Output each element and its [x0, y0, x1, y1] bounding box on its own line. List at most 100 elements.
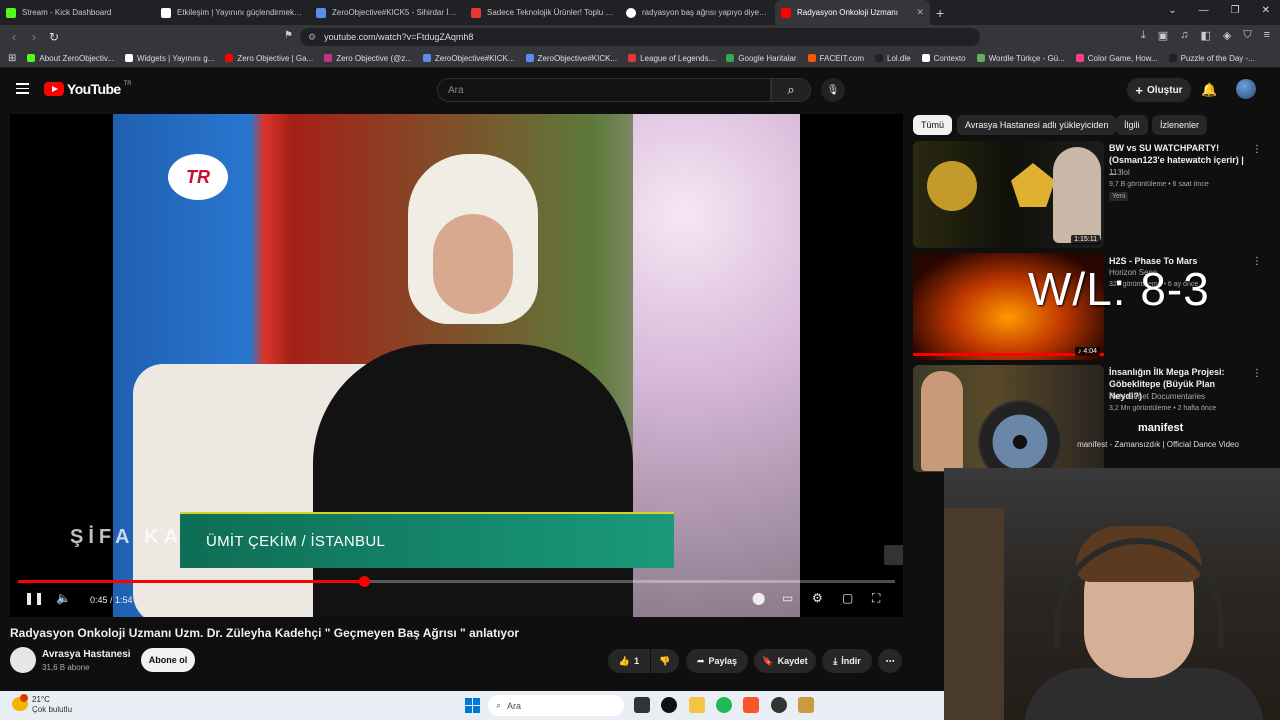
video-player[interactable]: TR ŞİFA KAPISI ÜMİT ÇEKİM / İSTANBUL ❚❚ … [10, 114, 903, 617]
more-vert-icon[interactable]: ⋮ [1252, 256, 1262, 267]
download-icon[interactable]: ⤓ [1141, 29, 1146, 42]
youtube-logo[interactable]: YouTube TR [44, 81, 132, 97]
theater-mode-icon[interactable]: ▢ [842, 591, 853, 605]
bookmark-item[interactable]: ZeroObjective#KICK... [525, 53, 618, 63]
obs-icon[interactable] [771, 697, 787, 713]
shield-icon[interactable]: ⛉ [1243, 29, 1251, 42]
tab-tech-products[interactable]: Sadece Teknolojik Ürünler! Toplu Paket [465, 0, 620, 25]
cast-icon[interactable] [884, 545, 903, 565]
bookmark-label: Widgets | Yayınını g... [136, 53, 215, 63]
chip-related[interactable]: İlgili [1116, 115, 1148, 135]
wallet-icon[interactable]: ◈ [1223, 29, 1231, 42]
save-button[interactable]: 🔖 Kaydet [754, 649, 816, 673]
voice-search-button[interactable]: 🎙 [821, 78, 845, 102]
hamburger-menu-icon[interactable] [16, 83, 29, 94]
more-vert-icon[interactable]: ⋮ [1252, 144, 1262, 155]
channel-name[interactable]: Avrasya Hastanesi [42, 649, 131, 660]
bookmark-item[interactable]: ZeroObjective#KICK... [422, 53, 515, 63]
browser-menu-icon[interactable]: ≡ [1264, 29, 1270, 42]
new-tab-icon[interactable]: + [936, 5, 944, 21]
apps-grid-icon[interactable]: ⊞ [8, 53, 16, 64]
subtitles-icon[interactable]: ▭ [782, 591, 793, 605]
bookmark-item[interactable]: Color Game, How... [1075, 54, 1158, 63]
windows-start-icon[interactable] [465, 698, 480, 713]
bookmark-label: ZeroObjective#KICK... [434, 53, 515, 63]
like-button[interactable]: 👍 1 [608, 649, 650, 673]
bookmark-item[interactable]: Google Haritalar [726, 54, 797, 63]
bookmark-item[interactable]: Wordle Türkçe - Gü... [976, 54, 1065, 63]
more-actions-button[interactable]: ⋯ [878, 649, 902, 673]
task-view-icon[interactable] [634, 697, 650, 713]
settings-icon[interactable]: ⚙ [812, 591, 823, 605]
chip-from-uploader[interactable]: Avrasya Hastanesi adlı yükleyiciden [957, 115, 1117, 135]
brave-icon[interactable] [743, 697, 759, 713]
bookmark-label: ZeroObjective#KICK... [537, 53, 618, 63]
create-button[interactable]: + Oluştur [1127, 78, 1191, 102]
team-logo-su [1011, 163, 1055, 207]
related-title[interactable]: BW vs SU WATCHPARTY! (Osman123'e hatewat… [1109, 142, 1249, 178]
subscribe-button[interactable]: Abone ol [141, 648, 195, 672]
site-info-icon[interactable]: ⚙ [308, 32, 316, 43]
league-client-icon[interactable] [798, 697, 814, 713]
address-bar[interactable]: ⚙ youtube.com/watch?v=FtdugZAqmh8 [300, 28, 980, 46]
bookmark-item[interactable]: Contexto [921, 54, 966, 63]
bookmark-label: Puzzle of the Day -... [1180, 53, 1255, 63]
bookmark-item[interactable]: Puzzle of the Day -... [1168, 53, 1255, 63]
reload-icon[interactable]: ↻ [44, 30, 64, 44]
chip-watched[interactable]: İzlenenler [1152, 115, 1208, 135]
more-vert-icon[interactable]: ⋮ [1252, 368, 1262, 379]
speaker-face [433, 214, 513, 314]
tab-google-search[interactable]: radyasyon baş ağrısı yapıyo diyen uz [620, 0, 775, 25]
close-tab-icon[interactable]: ✕ [916, 7, 924, 18]
sidebar-icon[interactable]: ◧ [1200, 29, 1210, 42]
account-avatar[interactable] [1236, 79, 1256, 99]
maximize-icon[interactable]: ❐ [1231, 5, 1240, 16]
bookmark-item[interactable]: FACEIT.com [807, 54, 864, 63]
extensions-icon[interactable]: ▣ [1158, 29, 1168, 42]
notifications-bell-icon[interactable]: 🔔 [1201, 82, 1217, 98]
close-window-icon[interactable]: ✕ [1262, 5, 1270, 16]
tab-label: Stream - Kick Dashboard [22, 8, 112, 17]
share-button[interactable]: ➦ Paylaş [686, 649, 748, 673]
forward-icon[interactable]: › [24, 30, 44, 44]
bookmark-label: Zero Objective (@z... [336, 53, 412, 63]
tab-youtube-active[interactable]: Radyasyon Onkoloji Uzmanı ✕ [775, 0, 930, 25]
bookmark-item[interactable]: Widgets | Yayınını g... [124, 53, 215, 63]
spotify-icon[interactable] [716, 697, 732, 713]
fullscreen-icon[interactable]: ⛶ [872, 591, 880, 606]
app-icon[interactable] [661, 697, 677, 713]
bookmark-label: League of Legends... [640, 53, 716, 63]
tab-list-icon[interactable]: ⌄ [1168, 5, 1176, 16]
taskbar-search[interactable]: ⌕ Ara [488, 695, 624, 716]
back-icon[interactable]: ‹ [4, 30, 24, 44]
tab-etkilesim[interactable]: Etkileşim | Yayınını güçlendirmek için [155, 0, 310, 25]
save-label: Kaydet [777, 656, 808, 666]
progress-bar[interactable] [18, 576, 895, 587]
bookmark-star-icon[interactable]: ⚑ [284, 30, 293, 41]
search-button[interactable]: ⌕ [771, 78, 811, 102]
related-thumbnail[interactable]: 1:15:11 [913, 141, 1104, 248]
media-icon[interactable]: ♫ [1180, 29, 1188, 42]
win-loss-overlay: W/L: 8-3 [1028, 263, 1210, 315]
search-input[interactable]: Ara [437, 78, 771, 102]
related-meta: 9,7 B görüntüleme • 6 saat önce [1109, 181, 1209, 188]
caller-name: ÜMİT ÇEKİM / İSTANBUL [206, 532, 386, 550]
bookmark-item[interactable]: Zero Objective (@z... [324, 54, 412, 63]
related-channel[interactable]: 113lol [1109, 168, 1130, 177]
autoplay-toggle[interactable]: ⬤ [752, 591, 765, 605]
dislike-button[interactable]: 👎 [651, 649, 679, 673]
bookmark-item[interactable]: Zero Objective | Ga... [225, 54, 313, 63]
bookmark-item[interactable]: About ZeroObjectiv... [27, 54, 114, 63]
channel-avatar[interactable] [10, 647, 36, 673]
notification-badge [20, 694, 28, 702]
download-button[interactable]: ⤓ İndir [822, 649, 872, 673]
file-explorer-icon[interactable] [689, 697, 705, 713]
tab-kick-dashboard[interactable]: Stream - Kick Dashboard [0, 0, 155, 25]
chip-all[interactable]: Tümü [913, 115, 953, 135]
pause-icon[interactable]: ❚❚ [24, 591, 44, 605]
volume-icon[interactable]: 🔈 [56, 591, 71, 605]
tab-zeroobjective-stats[interactable]: ZeroObjective#KICK5 - Sihirdar İstatis [310, 0, 465, 25]
bookmark-item[interactable]: Lol.dle [875, 54, 911, 63]
minimize-icon[interactable]: — [1199, 5, 1209, 16]
bookmark-item[interactable]: League of Legends... [628, 54, 715, 63]
